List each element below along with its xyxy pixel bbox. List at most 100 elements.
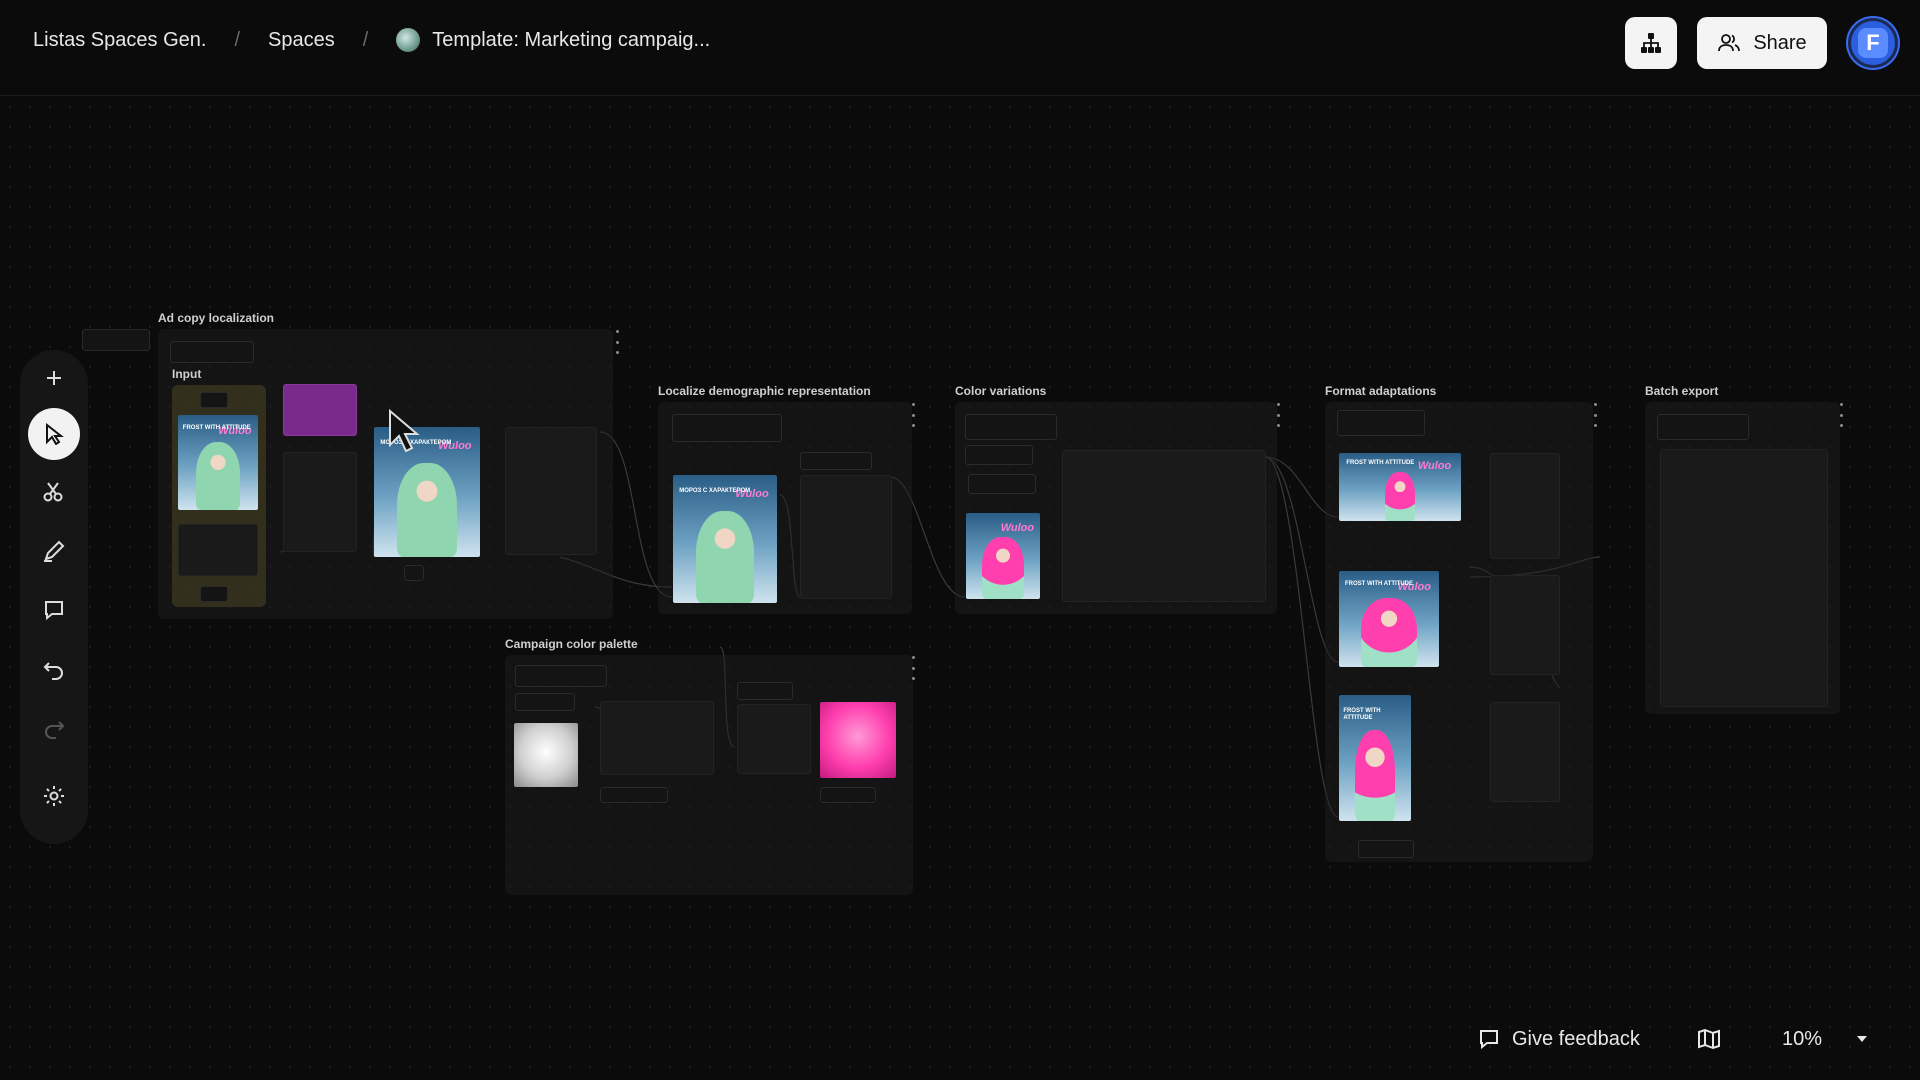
- comment-tool-button[interactable]: [34, 590, 74, 630]
- group-menu-icon[interactable]: [1840, 403, 1844, 427]
- demographic-poster-image[interactable]: Wuloo МОРОЗ С ХАРАКТЕРОМ: [673, 475, 777, 603]
- pen-icon: [44, 540, 65, 562]
- cut-tool-button[interactable]: [34, 472, 74, 512]
- node-handle[interactable]: [672, 414, 782, 442]
- pointer-tool-button[interactable]: [28, 408, 80, 460]
- poster-text: МОРОЗ С ХАРАКТЕРОМ: [679, 487, 751, 494]
- group-title-palette: Campaign color palette: [505, 637, 638, 651]
- chevron-down-icon: [1857, 1036, 1867, 1042]
- sitemap-icon: [1641, 33, 1661, 53]
- node-handle[interactable]: [515, 665, 607, 687]
- node-handle[interactable]: [968, 474, 1036, 494]
- mouse-cursor-icon: [389, 409, 420, 453]
- template-thumbnail: [396, 28, 421, 52]
- redo-button[interactable]: [34, 708, 74, 748]
- map-icon: [1698, 1028, 1720, 1050]
- group-menu-icon[interactable]: [912, 403, 916, 427]
- breadcrumb-separator: /: [362, 28, 369, 51]
- node-handle[interactable]: [1657, 414, 1749, 440]
- feedback-button[interactable]: Give feedback: [1478, 1022, 1640, 1056]
- poster-text: FROST WITH ATTITUDE: [1343, 707, 1381, 721]
- node-handle[interactable]: [600, 787, 668, 803]
- users-icon: [1718, 34, 1741, 52]
- top-bar: Listas Spaces Gen. / Spaces / Template: …: [0, 0, 1920, 96]
- group-menu-icon[interactable]: [1594, 403, 1598, 427]
- draw-tool-button[interactable]: [34, 531, 74, 571]
- format-node[interactable]: [1490, 702, 1560, 802]
- input-poster-image[interactable]: Wuloo FROST WITH ATTITUDE: [178, 415, 258, 510]
- node-handle[interactable]: [170, 341, 254, 363]
- group-title-format-adaptations: Format adaptations: [1325, 384, 1437, 398]
- node-handle[interactable]: [1337, 410, 1425, 436]
- feedback-label: Give feedback: [1512, 1027, 1640, 1050]
- node-handle[interactable]: [820, 787, 876, 803]
- palette-node[interactable]: [600, 701, 714, 775]
- minimap-button[interactable]: [1697, 1022, 1721, 1056]
- palette-node[interactable]: [737, 704, 811, 774]
- format-node[interactable]: [1490, 453, 1560, 559]
- undo-icon: [43, 662, 63, 680]
- group-menu-icon[interactable]: [1277, 403, 1281, 427]
- group-title-input: Input: [172, 367, 202, 381]
- add-icon: [47, 371, 61, 385]
- format-node[interactable]: [1490, 575, 1560, 675]
- pink-swatch-image[interactable]: [820, 702, 896, 778]
- add-button[interactable]: [34, 358, 74, 398]
- square-format-image[interactable]: Wuloo FROST WITH ATTITUDE: [1339, 571, 1439, 667]
- settings-icon: [44, 786, 64, 806]
- pointer-icon: [46, 423, 64, 445]
- feedback-icon: [1480, 1030, 1498, 1050]
- white-swatch-image[interactable]: [514, 723, 578, 787]
- color-output-node[interactable]: [1062, 450, 1266, 602]
- breadcrumb-current[interactable]: Template: Marketing campaig...: [432, 29, 710, 52]
- group-title-ad-copy: Ad copy localization: [158, 311, 275, 325]
- structure-button[interactable]: [1625, 17, 1677, 69]
- llm-node[interactable]: [283, 452, 357, 552]
- poster-logo: Wuloo: [1000, 521, 1035, 534]
- group-title-localize: Localize demographic representation: [658, 384, 871, 398]
- comment-icon: [45, 601, 63, 621]
- breadcrumb: Listas Spaces Gen. / Spaces / Template: …: [33, 28, 710, 52]
- left-toolbar: [20, 350, 88, 844]
- output-node[interactable]: [505, 427, 597, 555]
- breadcrumb-workspace[interactable]: Listas Spaces Gen.: [33, 29, 206, 52]
- color-variation-poster-image[interactable]: Wuloo: [966, 513, 1040, 599]
- group-title-batch-export: Batch export: [1645, 384, 1719, 398]
- portrait-format-image[interactable]: FROST WITH ATTITUDE: [1339, 695, 1411, 821]
- node-handle[interactable]: [800, 452, 872, 470]
- node-handle[interactable]: [200, 586, 228, 602]
- landscape-format-image[interactable]: Wuloo FROST WITH ATTITUDE: [1339, 453, 1461, 521]
- poster-text: FROST WITH ATTITUDE: [1345, 580, 1413, 587]
- zoom-level[interactable]: 10%: [1782, 1022, 1822, 1056]
- poster-text: FROST WITH ATTITUDE: [1346, 459, 1415, 466]
- text-prompt-node[interactable]: [283, 384, 357, 436]
- share-button[interactable]: Share: [1697, 17, 1827, 69]
- group-menu-icon[interactable]: [912, 656, 916, 680]
- breadcrumb-separator: /: [234, 28, 240, 51]
- node-handle[interactable]: [1358, 840, 1414, 858]
- export-node[interactable]: [1660, 449, 1828, 707]
- node-handle[interactable]: [82, 329, 150, 351]
- group-title-color-variations: Color variations: [955, 384, 1047, 398]
- input-node-empty[interactable]: [178, 524, 258, 576]
- redo-icon: [45, 721, 65, 739]
- node-handle[interactable]: [200, 392, 228, 408]
- avatar[interactable]: F: [1848, 18, 1898, 68]
- process-node[interactable]: [800, 475, 892, 599]
- settings-button[interactable]: [34, 776, 74, 816]
- undo-button[interactable]: [34, 649, 74, 689]
- breadcrumb-spaces[interactable]: Spaces: [268, 29, 335, 52]
- node-handle[interactable]: [965, 445, 1033, 465]
- poster-logo: Wuloo: [1417, 459, 1452, 472]
- node-handle[interactable]: [404, 565, 424, 581]
- workflow-canvas[interactable]: Ad copy localization Input Wuloo FROST W…: [0, 97, 1920, 1080]
- zoom-dropdown-button[interactable]: [1854, 1022, 1870, 1056]
- share-label: Share: [1753, 31, 1807, 54]
- node-handle[interactable]: [515, 693, 575, 711]
- group-menu-icon[interactable]: [616, 330, 620, 354]
- avatar-letter: F: [1858, 28, 1888, 58]
- poster-text: FROST WITH ATTITUDE: [182, 424, 251, 431]
- scissors-icon: [43, 482, 63, 502]
- node-handle[interactable]: [965, 414, 1057, 440]
- node-handle[interactable]: [737, 682, 793, 700]
